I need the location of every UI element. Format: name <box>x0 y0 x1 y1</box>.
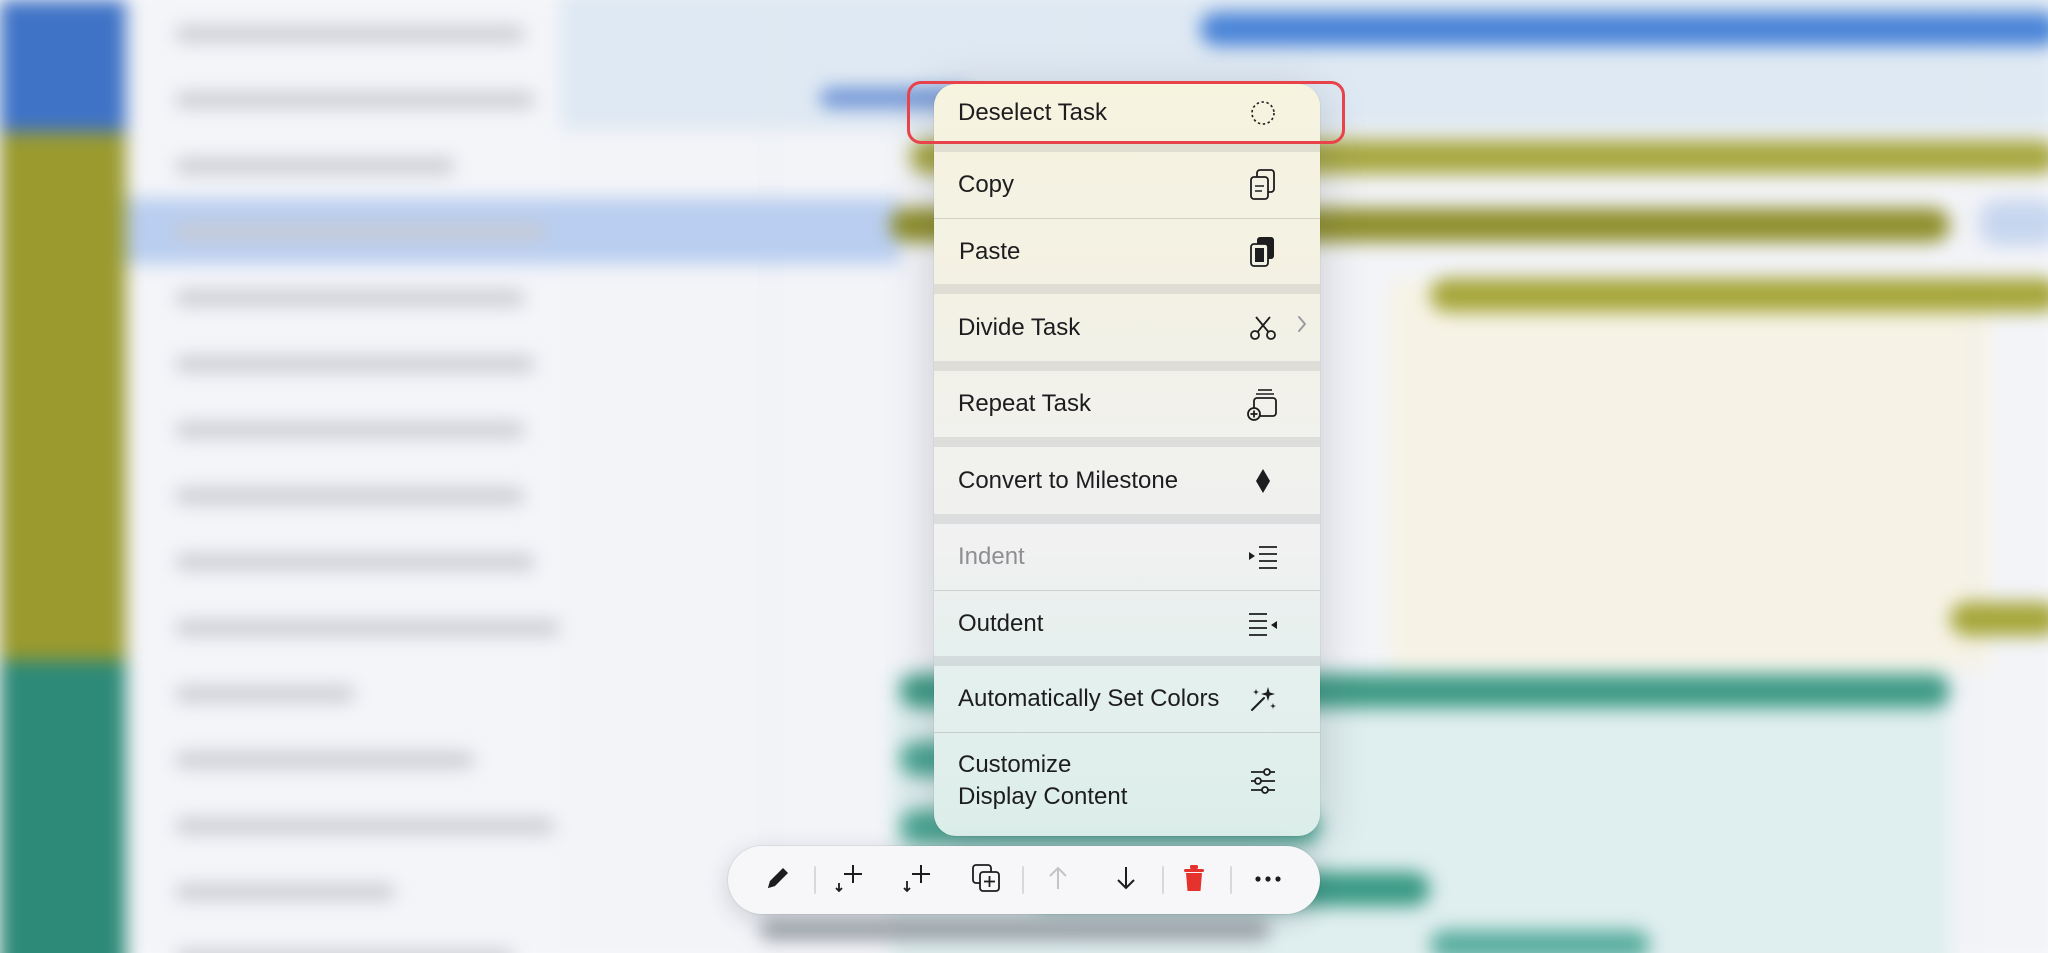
menu-item-repeat-task[interactable]: Repeat Task <box>934 371 1320 437</box>
task-row <box>0 198 900 264</box>
task-color-swatch <box>0 330 126 396</box>
sparkles-icon <box>1246 682 1280 716</box>
delete-button[interactable] <box>1174 860 1214 900</box>
task-color-swatch <box>0 264 126 330</box>
task-name-placeholder <box>175 488 525 504</box>
repeat-stack-icon <box>1246 387 1280 421</box>
task-name-placeholder <box>175 620 560 636</box>
ellipsis-icon <box>1253 871 1283 889</box>
task-name-placeholder <box>175 290 525 306</box>
task-color-swatch <box>0 0 126 66</box>
menu-item-label-line2: Display Content <box>958 782 1128 810</box>
gantt-bar <box>1200 12 2048 46</box>
menu-item-automatically-set-colors[interactable]: Automatically Set Colors <box>934 666 1320 732</box>
move-up-button <box>1038 860 1078 900</box>
menu-item-label: Customize Display Content <box>958 749 1127 813</box>
menu-item-label: Divide Task <box>958 313 1081 341</box>
menu-item-label: Copy <box>958 171 1015 198</box>
paste-icon <box>1246 235 1280 269</box>
menu-group-separator <box>934 142 1320 152</box>
task-name-placeholder <box>175 92 535 108</box>
scissors-icon <box>1246 311 1280 345</box>
menu-group-separator <box>934 656 1320 666</box>
menu-group-separator <box>934 437 1320 447</box>
gantt-bar <box>1430 278 2048 312</box>
arrow-up-icon <box>1043 863 1073 898</box>
outdent-icon <box>1246 607 1280 641</box>
diamond-icon <box>1246 464 1280 498</box>
task-color-swatch <box>0 462 126 528</box>
more-button[interactable] <box>1248 860 1288 900</box>
task-name-placeholder <box>175 224 545 240</box>
indent-icon <box>1246 540 1280 574</box>
menu-item-convert-to-milestone[interactable]: Convert to Milestone <box>934 447 1320 514</box>
task-color-swatch <box>0 198 126 264</box>
sliders-icon <box>1246 764 1280 798</box>
task-name-placeholder <box>175 26 525 42</box>
gantt-bar <box>1430 930 1650 953</box>
trash-icon <box>1179 862 1209 899</box>
insert-above-button[interactable] <box>830 860 870 900</box>
task-color-swatch <box>0 132 126 198</box>
toolbar-separator <box>1022 866 1024 894</box>
toolbar-separator <box>1162 866 1164 894</box>
gantt-bar <box>760 920 1270 940</box>
task-color-swatch <box>0 396 126 462</box>
menu-item-deselect-task[interactable]: Deselect Task <box>934 84 1320 142</box>
task-name-placeholder <box>175 422 525 438</box>
menu-item-outdent[interactable]: Outdent <box>934 591 1320 656</box>
task-color-swatch <box>0 792 126 858</box>
task-name-placeholder <box>175 752 475 768</box>
task-name-placeholder <box>175 158 455 174</box>
menu-group-separator <box>934 284 1320 294</box>
task-color-swatch <box>0 858 126 924</box>
duplicate-button[interactable] <box>966 860 1006 900</box>
menu-item-label: Automatically Set Colors <box>958 685 1220 712</box>
menu-item-label: Repeat Task <box>958 390 1091 417</box>
task-color-swatch <box>0 66 126 132</box>
task-color-swatch <box>0 726 126 792</box>
task-name-placeholder <box>175 884 395 900</box>
menu-group-separator <box>934 361 1320 371</box>
menu-item-paste[interactable]: Paste <box>934 219 1320 284</box>
menu-item-label: Outdent <box>958 609 1044 637</box>
pencil-icon <box>763 863 793 898</box>
task-color-swatch <box>0 660 126 726</box>
menu-group-separator <box>934 514 1320 524</box>
insert-below-icon <box>901 861 935 900</box>
menu-item-label: Deselect Task <box>958 99 1107 126</box>
task-color-swatch <box>0 594 126 660</box>
gantt-bar <box>1980 200 2048 246</box>
task-name-placeholder <box>175 356 535 372</box>
chevron-right-icon <box>1296 314 1308 339</box>
task-name-placeholder <box>175 554 535 570</box>
task-name-placeholder <box>175 686 355 702</box>
menu-item-label-line1: Customize <box>958 750 1072 778</box>
menu-item-copy[interactable]: Copy <box>934 152 1320 218</box>
insert-above-icon <box>833 861 867 900</box>
copy-icon <box>1246 168 1280 202</box>
duplicate-icon <box>969 861 1003 900</box>
edit-button[interactable] <box>758 860 798 900</box>
dashed-circle-icon <box>1246 96 1280 130</box>
bottom-toolbar <box>728 846 1320 914</box>
insert-below-button[interactable] <box>898 860 938 900</box>
toolbar-separator <box>1230 866 1232 894</box>
task-context-menu: Deselect Task Copy Paste Divide Task Rep… <box>934 84 1320 836</box>
task-color-swatch <box>0 924 126 953</box>
arrow-down-icon <box>1111 863 1141 898</box>
move-down-button[interactable] <box>1106 860 1146 900</box>
menu-item-divide-task[interactable]: Divide Task <box>934 294 1320 361</box>
task-color-swatch <box>0 528 126 594</box>
toolbar-separator <box>814 866 816 894</box>
menu-item-label: Paste <box>959 237 1021 265</box>
menu-item-label: Indent <box>958 543 1025 570</box>
gantt-bar <box>1950 602 2048 636</box>
menu-item-customize-display-content[interactable]: Customize Display Content <box>934 733 1320 836</box>
menu-item-indent: Indent <box>934 524 1320 590</box>
task-name-placeholder <box>175 818 555 834</box>
menu-item-label: Convert to Milestone <box>958 466 1179 494</box>
